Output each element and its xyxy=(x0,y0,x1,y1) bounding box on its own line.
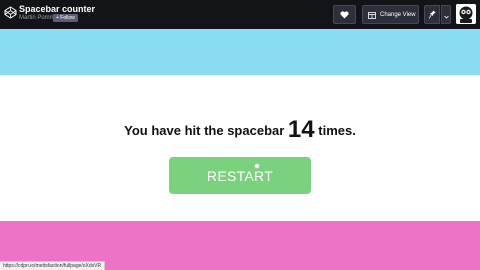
pin-icon xyxy=(428,6,436,24)
top-color-band xyxy=(0,29,480,75)
avatar[interactable] xyxy=(456,4,476,24)
status-bar-url: https://cdpn.io/mettsfaction/fullpage/oX… xyxy=(0,261,106,270)
change-view-button[interactable]: Change View xyxy=(362,5,419,24)
counter-message: You have hit the spacebar 14 times. xyxy=(0,116,480,144)
layout-icon xyxy=(368,6,376,24)
codepen-logo-icon[interactable] xyxy=(4,6,17,19)
message-prefix: You have hit the spacebar xyxy=(124,123,285,138)
change-view-label: Change View xyxy=(380,11,416,18)
heart-button[interactable] xyxy=(333,5,356,24)
top-bar: Spacebar counter Martin Pomme + Follow C… xyxy=(0,0,480,29)
more-options-button[interactable] xyxy=(441,5,451,24)
restart-button[interactable]: RESTART xyxy=(169,157,311,194)
message-suffix: times. xyxy=(318,123,356,138)
mouse-cursor-icon xyxy=(254,163,260,169)
chevron-down-icon xyxy=(443,6,449,24)
follow-button[interactable]: + Follow xyxy=(53,14,78,22)
press-count: 14 xyxy=(287,116,315,143)
heart-icon xyxy=(340,6,349,24)
pen-title[interactable]: Spacebar counter xyxy=(19,4,95,14)
pin-button[interactable] xyxy=(424,5,440,24)
